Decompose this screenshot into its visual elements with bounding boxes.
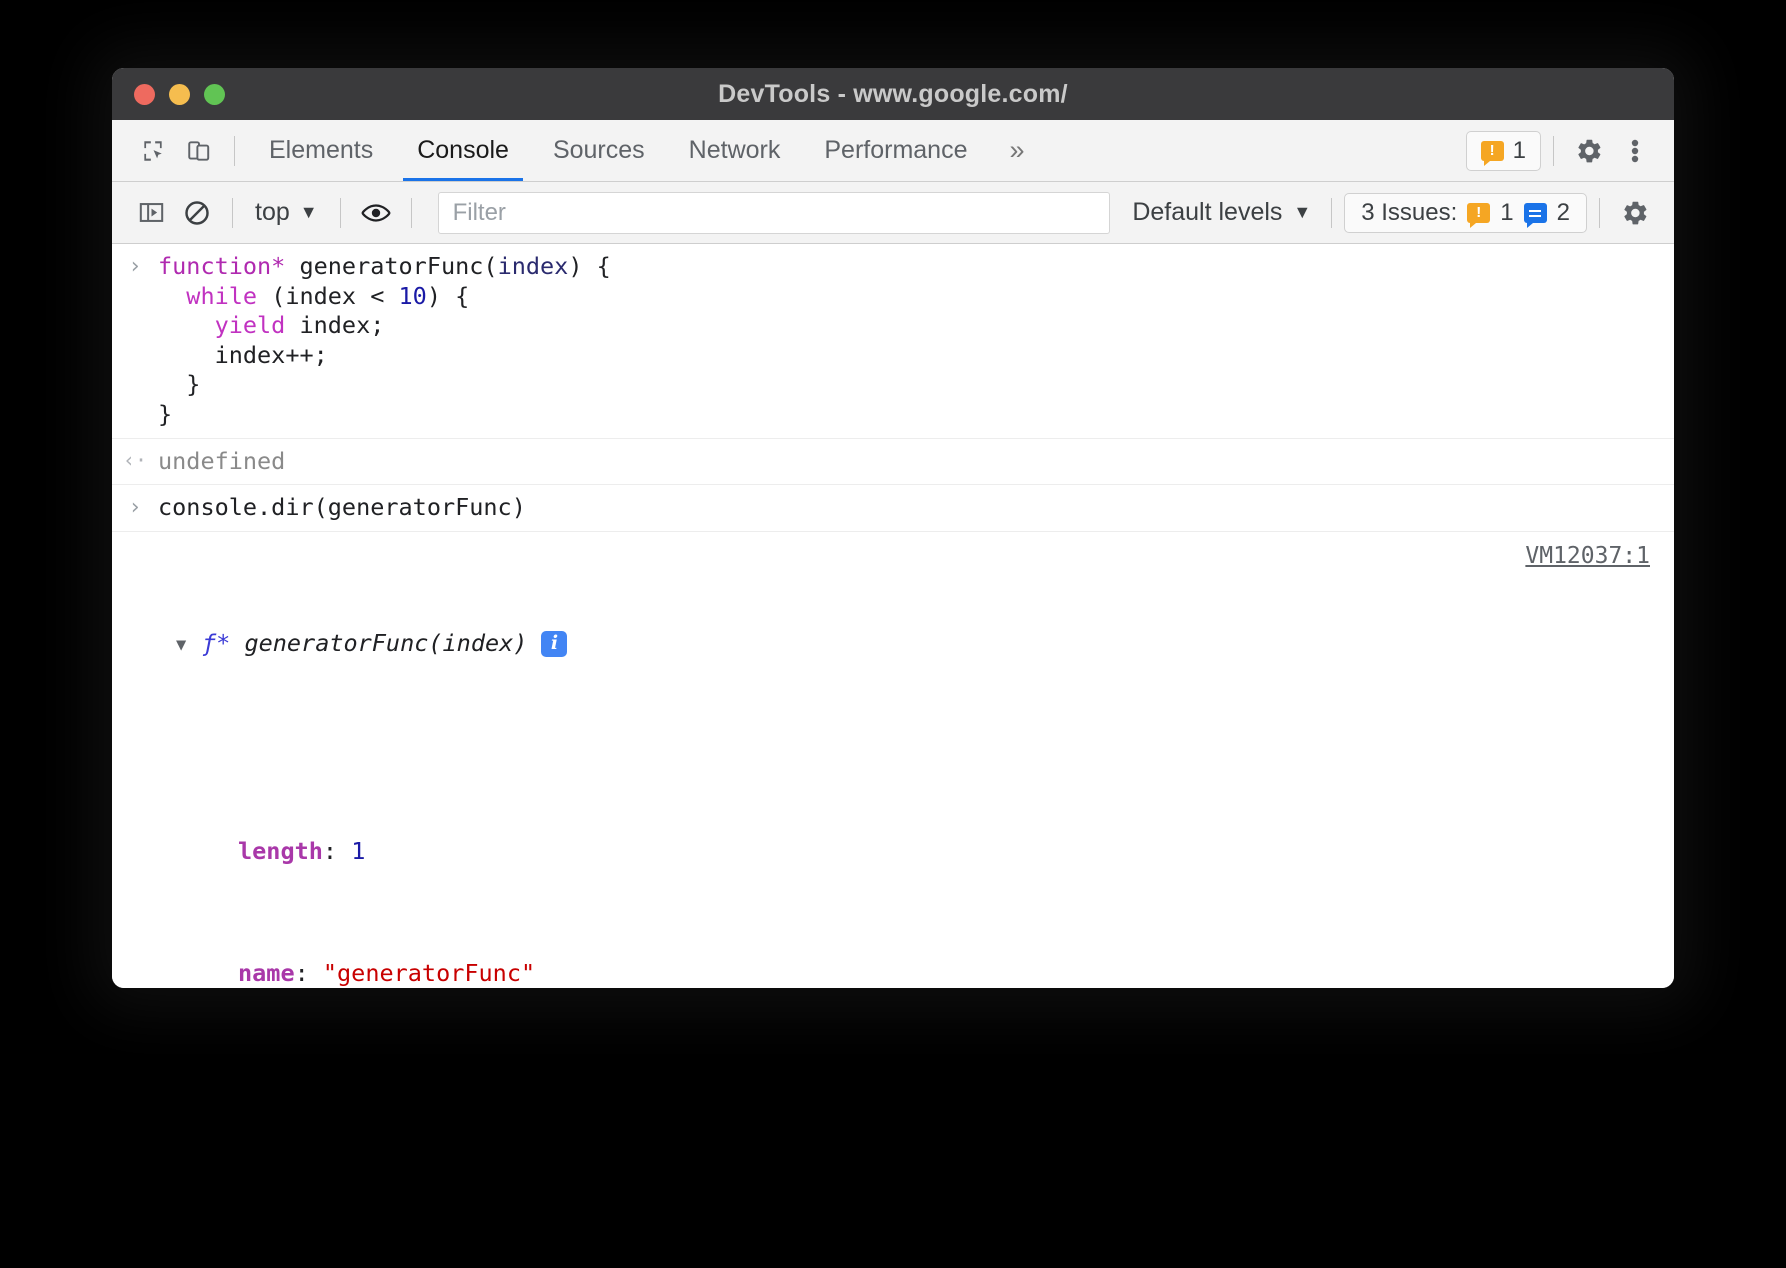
property-row-name: name: "generatorFunc": [212, 957, 1654, 988]
console-input-entry[interactable]: › function* generatorFunc(index) { while…: [112, 244, 1674, 439]
property-value: 1: [351, 837, 365, 865]
issues-label: 3 Issues:: [1361, 199, 1457, 227]
result-value: undefined: [158, 447, 1674, 477]
traffic-lights: [134, 84, 225, 105]
minimize-window-button[interactable]: [169, 84, 190, 105]
window-titlebar: DevTools - www.google.com/: [112, 68, 1674, 120]
object-properties: length: 1 name: "generatorFunc" ▶ protot…: [176, 747, 1654, 988]
tabbar-divider: [234, 136, 235, 166]
console-input-entry[interactable]: › console.dir(generatorFunc): [112, 485, 1674, 532]
tab-console-label: Console: [417, 136, 509, 165]
code-param-index: index: [498, 252, 569, 280]
object-tree: ▼ ƒ* generatorFunc(index) i length: 1 na…: [158, 540, 1674, 988]
property-name: name: [238, 959, 295, 987]
chevron-down-icon: ▼: [300, 202, 318, 223]
clear-console-icon[interactable]: [174, 190, 220, 236]
device-toolbar-icon[interactable]: [176, 128, 222, 174]
inspect-element-icon[interactable]: [130, 128, 176, 174]
chevron-down-icon: ▼: [1293, 202, 1311, 223]
close-window-button[interactable]: [134, 84, 155, 105]
console-message-list[interactable]: › function* generatorFunc(index) { while…: [112, 244, 1674, 988]
execution-context-selector[interactable]: top ▼: [245, 194, 328, 231]
tab-performance[interactable]: Performance: [802, 120, 989, 181]
tab-network[interactable]: Network: [667, 120, 803, 181]
more-tabs-chevron-icon[interactable]: »: [989, 135, 1041, 166]
warning-count: 1: [1513, 137, 1526, 165]
tab-network-label: Network: [689, 136, 781, 165]
console-result-entry: ‹· undefined: [112, 439, 1674, 486]
code-keyword-while: while: [186, 282, 257, 310]
kebab-menu-icon[interactable]: [1612, 128, 1658, 174]
object-tree-header[interactable]: ▼ ƒ* generatorFunc(index) i: [176, 629, 1654, 659]
log-level-value: Default levels: [1132, 198, 1282, 227]
console-object-entry[interactable]: ▼ ƒ* generatorFunc(index) i length: 1 na…: [112, 532, 1674, 988]
tab-console[interactable]: Console: [395, 120, 531, 181]
tab-performance-label: Performance: [824, 136, 967, 165]
log-level-selector[interactable]: Default levels ▼: [1124, 194, 1319, 231]
expand-triangle-placeholder-icon: [212, 837, 238, 842]
execution-context-value: top: [255, 198, 290, 227]
warning-icon: !: [1467, 203, 1490, 223]
code-keyword-function: function*: [158, 252, 285, 280]
expand-triangle-placeholder-icon: [212, 959, 238, 964]
tabbar-right-divider: [1553, 136, 1554, 166]
source-location-link[interactable]: VM12037:1: [1525, 543, 1650, 569]
code-keyword-yield: yield: [215, 311, 286, 339]
window-title: DevTools - www.google.com/: [112, 80, 1674, 109]
tab-elements-label: Elements: [269, 136, 373, 165]
console-input-code: function* generatorFunc(index) { while (…: [158, 252, 1674, 430]
console-sidebar-icon[interactable]: [128, 190, 174, 236]
tab-elements[interactable]: Elements: [247, 120, 395, 181]
info-icon: [1524, 203, 1547, 223]
warning-count-pill[interactable]: ! 1: [1466, 131, 1541, 171]
input-chevron-icon: ›: [112, 493, 158, 522]
property-separator: :: [323, 837, 351, 865]
tabbar-right-actions: ! 1: [1466, 128, 1658, 174]
gear-icon[interactable]: [1566, 128, 1612, 174]
function-signature: generatorFunc(index): [230, 629, 527, 659]
expand-triangle-icon[interactable]: ▼: [176, 630, 202, 656]
issues-button[interactable]: 3 Issues: ! 1 2: [1344, 193, 1587, 233]
input-chevron-icon: ›: [112, 252, 158, 281]
toolbar-divider-1: [232, 198, 233, 228]
live-expression-icon[interactable]: [353, 190, 399, 236]
object-gutter-spacer: [112, 540, 158, 541]
tab-sources[interactable]: Sources: [531, 120, 667, 181]
toolbar-divider-5: [1599, 198, 1600, 228]
code-number-10: 10: [399, 282, 427, 310]
warning-icon: !: [1481, 141, 1504, 161]
toolbar-divider-4: [1331, 198, 1332, 228]
issues-warning-count: 1: [1500, 199, 1513, 227]
property-row-length: length: 1: [212, 836, 1654, 869]
devtools-window: DevTools - www.google.com/ Elements: [112, 68, 1674, 988]
maximize-window-button[interactable]: [204, 84, 225, 105]
info-icon[interactable]: i: [541, 631, 567, 657]
filter-input[interactable]: Filter: [438, 192, 1111, 234]
function-signature-text: generatorFunc(index): [244, 629, 527, 657]
console-source-link-container: VM12037:1: [1525, 542, 1650, 571]
result-arrow-icon: ‹·: [112, 447, 158, 473]
tab-sources-label: Sources: [553, 136, 645, 165]
property-value: "generatorFunc": [323, 959, 535, 987]
screenshot-root: DevTools - www.google.com/ Elements: [0, 0, 1786, 1268]
issues-info-count: 2: [1557, 199, 1570, 227]
devtools-tabbar: Elements Console Sources Network Perform…: [112, 120, 1674, 182]
filter-placeholder: Filter: [453, 199, 506, 227]
generator-function-marker: ƒ*: [202, 629, 230, 659]
toolbar-divider-3: [411, 198, 412, 228]
console-input-code: console.dir(generatorFunc): [158, 493, 1674, 523]
toolbar-divider-2: [340, 198, 341, 228]
console-toolbar: top ▼ Filter Default levels ▼ 3 Issues:: [112, 182, 1674, 244]
gear-icon[interactable]: [1612, 190, 1658, 236]
property-separator: :: [295, 959, 323, 987]
property-name: length: [238, 837, 323, 865]
panel-tabs: Elements Console Sources Network Perform…: [247, 120, 1042, 181]
